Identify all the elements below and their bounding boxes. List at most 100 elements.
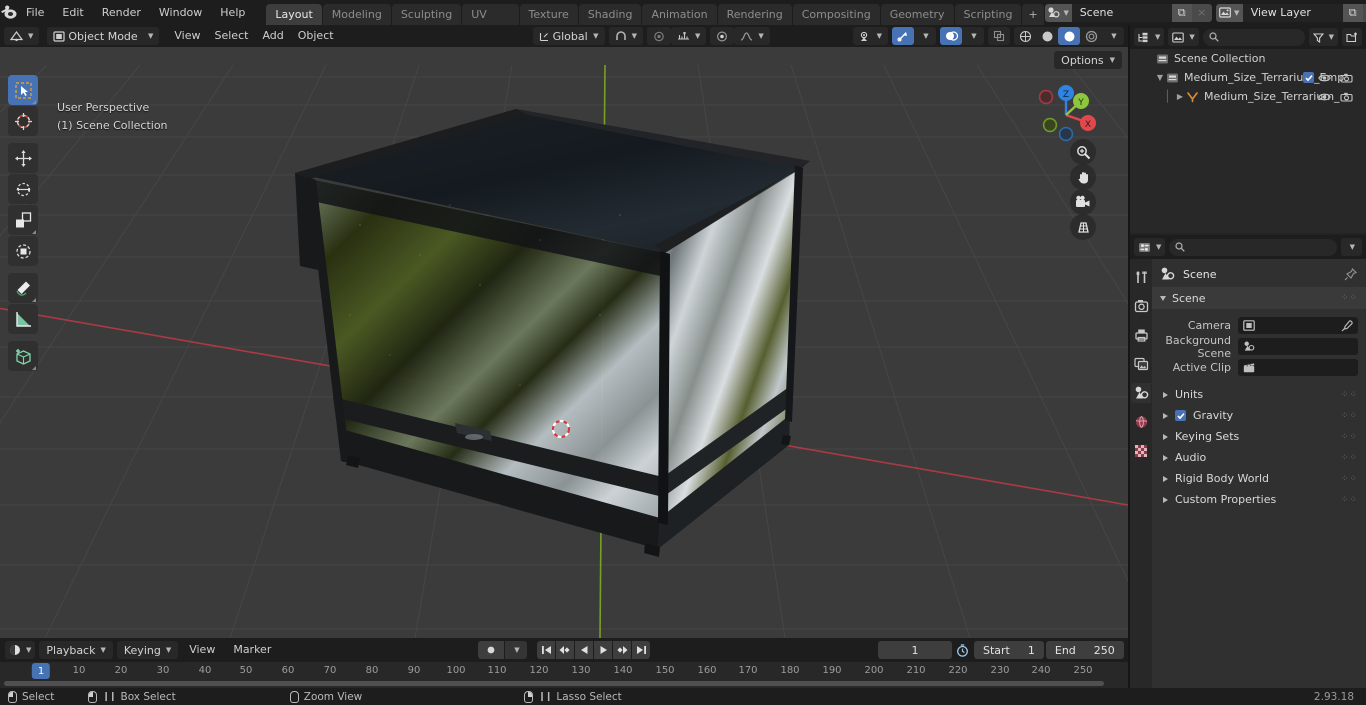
unlink-scene-button[interactable]: × <box>1191 3 1212 22</box>
active-clip-field[interactable] <box>1238 359 1358 376</box>
tool-add-cube[interactable] <box>8 341 38 371</box>
scene-selector[interactable]: ▼ Scene ⧉ × <box>1044 3 1212 22</box>
tool-cursor[interactable] <box>8 106 38 136</box>
custom-properties-section[interactable]: Custom Properties ⁘⁘ <box>1152 489 1366 510</box>
start-frame-field[interactable]: Start 1 <box>974 641 1044 659</box>
camera-view-button[interactable] <box>1070 189 1096 215</box>
rigid-body-world-section[interactable]: Rigid Body World ⁘⁘ <box>1152 468 1366 489</box>
xray-toggle[interactable] <box>988 27 1010 45</box>
preview-range-icon[interactable] <box>952 641 972 659</box>
tab-layout[interactable]: Layout <box>266 4 322 25</box>
auto-keying-dropdown[interactable]: ▼ <box>505 641 527 659</box>
outliner-row-terrarium-object[interactable]: │ ▶ Medium_Size_Terrarium_ <box>1130 87 1366 106</box>
shading-solid-icon[interactable] <box>1036 27 1058 45</box>
snap-target-selector[interactable]: ▼ <box>670 27 707 45</box>
scene-icon[interactable]: ▼ <box>1044 3 1072 22</box>
tab-animation[interactable]: Animation <box>642 4 717 25</box>
disclosure-triangle-open[interactable]: ▼ <box>1154 73 1166 82</box>
object-visibility-selector[interactable]: ▼ <box>852 27 888 45</box>
zoom-view-button[interactable] <box>1070 139 1096 165</box>
collection-checkbox[interactable] <box>1303 72 1314 83</box>
audio-section[interactable]: Audio ⁘⁘ <box>1152 447 1366 468</box>
timeline-ruler[interactable]: 1 10 20 30 40 50 60 70 80 90 100 110 120… <box>0 662 1128 682</box>
properties-options-dropdown[interactable]: ▼ <box>1340 238 1362 256</box>
menu-file[interactable]: File <box>17 3 53 22</box>
tool-scale[interactable] <box>8 205 38 235</box>
transform-orientation-selector[interactable]: Global ▼ <box>532 27 605 45</box>
overlays-icon[interactable] <box>940 27 962 45</box>
timeline-editor-icon[interactable]: ▼ <box>5 641 36 659</box>
outliner-display-mode-icon[interactable]: ▼ <box>1134 28 1165 46</box>
tab-uv-editing[interactable]: UV Editing <box>462 4 519 42</box>
overlays-group[interactable]: ▼ <box>940 27 984 45</box>
eyedropper-icon[interactable] <box>1341 319 1353 332</box>
viewport-options-button[interactable]: Options ▼ <box>1054 51 1122 69</box>
viewport-menu-add[interactable]: Add <box>255 27 290 45</box>
proportional-edit-toggle[interactable] <box>646 27 671 45</box>
properties-tab-view-layer[interactable] <box>1131 354 1151 374</box>
menu-edit[interactable]: Edit <box>53 3 92 22</box>
timeline-playhead[interactable]: 1 <box>31 663 51 679</box>
tool-annotate[interactable] <box>8 273 38 303</box>
jump-to-start-button[interactable] <box>537 641 555 659</box>
editor-type-3dview-icon[interactable]: ▼ <box>4 27 40 45</box>
navigation-gizmo[interactable]: Z X Y <box>1028 77 1104 153</box>
tab-rendering[interactable]: Rendering <box>717 4 792 25</box>
pan-view-button[interactable] <box>1070 164 1096 190</box>
disclosure-triangle[interactable]: ▶ <box>1174 92 1186 101</box>
gizmo-dropdown[interactable]: ▼ <box>914 27 936 45</box>
prev-keyframe-button[interactable] <box>556 641 574 659</box>
shading-rendered-icon[interactable] <box>1080 27 1102 45</box>
snap-toggle[interactable]: ▼ <box>608 27 643 45</box>
proportional-falloff-toggle[interactable] <box>710 27 735 45</box>
shading-wireframe-icon[interactable] <box>1014 27 1036 45</box>
menu-render[interactable]: Render <box>93 3 150 22</box>
current-frame-field[interactable]: 1 <box>878 641 952 659</box>
menu-help[interactable]: Help <box>211 3 254 22</box>
next-keyframe-button[interactable] <box>613 641 631 659</box>
properties-tab-world[interactable] <box>1131 412 1151 432</box>
filter-funnel-icon[interactable]: ▼ <box>1308 28 1338 46</box>
hide-in-viewport-icon[interactable] <box>1318 92 1332 102</box>
camera-field[interactable] <box>1238 317 1358 334</box>
3d-viewport[interactable]: ▼ Object Mode ▼ View Select Add Object G… <box>0 25 1128 638</box>
falloff-selector[interactable]: ▼ <box>734 27 770 45</box>
tool-move[interactable] <box>8 143 38 173</box>
timeline-scrollbar-thumb[interactable] <box>4 681 1104 686</box>
outliner-id-filter-icon[interactable]: ▼ <box>1168 28 1199 46</box>
properties-tab-texture[interactable] <box>1131 441 1151 461</box>
toggle-perspective-button[interactable] <box>1070 214 1096 240</box>
tab-modeling[interactable]: Modeling <box>322 4 391 25</box>
scene-panel-header[interactable]: Scene ⁘⁘ <box>1152 287 1366 309</box>
pin-icon[interactable] <box>1344 267 1357 281</box>
properties-tab-render[interactable] <box>1131 296 1151 316</box>
blender-logo-icon[interactable] <box>0 0 17 25</box>
tab-shading[interactable]: Shading <box>578 4 642 25</box>
tab-scripting[interactable]: Scripting <box>954 4 1022 25</box>
disable-in-renders-icon[interactable] <box>1340 73 1354 83</box>
jump-to-end-button[interactable] <box>632 641 650 659</box>
new-scene-button[interactable]: ⧉ <box>1171 3 1192 22</box>
auto-keying-button[interactable] <box>478 641 504 659</box>
disable-in-renders-icon[interactable] <box>1340 92 1354 102</box>
properties-editor-icon[interactable]: ▼ <box>1134 238 1166 256</box>
scene-name[interactable]: Scene <box>1071 3 1172 22</box>
timeline-editor[interactable]: ▼ Playback ▼ Keying ▼ View Marker ▼ 1 St… <box>0 638 1128 688</box>
background-scene-field[interactable] <box>1238 338 1358 355</box>
properties-editor[interactable]: ▼ ▼ Scene Scene ⁘⁘ Camera Background Sce… <box>1130 235 1366 688</box>
outliner-row-terrarium-collection[interactable]: ▼ Medium_Size_Terrarium_Emp <box>1130 68 1366 87</box>
new-view-layer-button[interactable]: ⧉ <box>1342 3 1363 22</box>
keying-sets-section[interactable]: Keying Sets ⁘⁘ <box>1152 426 1366 447</box>
play-reverse-button[interactable] <box>575 641 593 659</box>
tab-geometry-nodes[interactable]: Geometry Nodes <box>880 4 954 42</box>
viewport-menu-view[interactable]: View <box>167 27 207 45</box>
menu-window[interactable]: Window <box>150 3 211 22</box>
timeline-menu-marker[interactable]: Marker <box>226 641 278 659</box>
tab-sculpting[interactable]: Sculpting <box>391 4 462 25</box>
properties-search-input[interactable] <box>1169 238 1337 256</box>
tool-rotate[interactable] <box>8 174 38 204</box>
gravity-section[interactable]: Gravity ⁘⁘ <box>1152 405 1366 426</box>
timeline-scrollbar[interactable] <box>0 681 1120 686</box>
shading-dropdown[interactable]: ▼ <box>1102 27 1124 45</box>
tab-texture-paint[interactable]: Texture Paint <box>519 4 578 42</box>
